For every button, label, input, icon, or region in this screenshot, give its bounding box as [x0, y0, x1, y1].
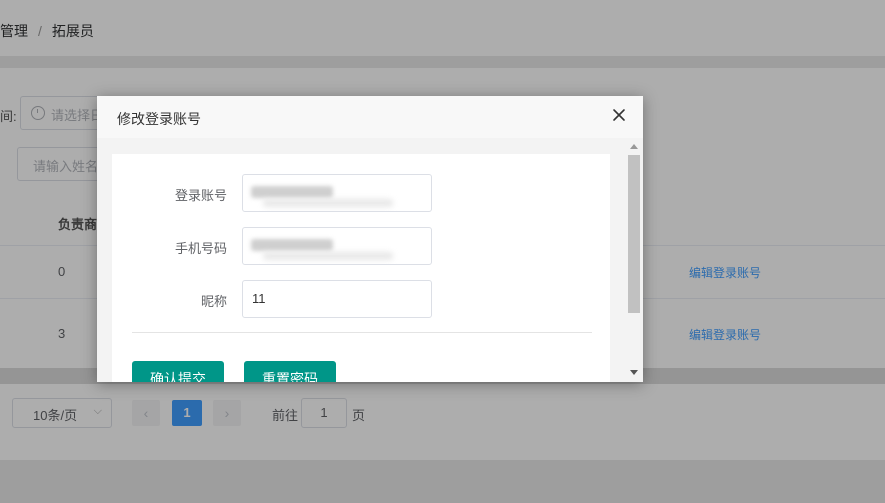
- login-account-input[interactable]: [242, 174, 432, 212]
- dialog-title: 修改登录账号: [117, 111, 201, 127]
- login-account-label: 登录账号: [174, 188, 227, 203]
- reset-password-button[interactable]: 重置密码: [244, 361, 336, 382]
- account-form: 登录账号 手机号码 昵称 11 确认提交 重置密码: [112, 154, 610, 382]
- scroll-down-arrow-icon[interactable]: [630, 370, 638, 375]
- nickname-input[interactable]: 11: [242, 280, 432, 318]
- form-divider: [132, 332, 592, 333]
- close-icon[interactable]: [611, 107, 627, 123]
- nickname-label: 昵称: [200, 294, 227, 309]
- redacted-value: [263, 199, 393, 207]
- dialog-body: 登录账号 手机号码 昵称 11 确认提交 重置密码: [97, 138, 643, 382]
- dialog-scrollbar[interactable]: [625, 138, 643, 382]
- redacted-value: [263, 252, 393, 260]
- scrollbar-thumb[interactable]: [628, 155, 640, 313]
- redacted-value: [251, 186, 333, 198]
- nickname-value: 11: [252, 291, 266, 306]
- submit-button[interactable]: 确认提交: [132, 361, 224, 382]
- scroll-up-arrow-icon[interactable]: [630, 144, 638, 149]
- dialog-header: 修改登录账号: [97, 96, 643, 138]
- edit-account-dialog: 修改登录账号 登录账号 手机号码 昵称 11 确认提交 重置密码: [97, 96, 643, 382]
- phone-number-input[interactable]: [242, 227, 432, 265]
- phone-number-label: 手机号码: [174, 241, 227, 256]
- redacted-value: [251, 239, 333, 251]
